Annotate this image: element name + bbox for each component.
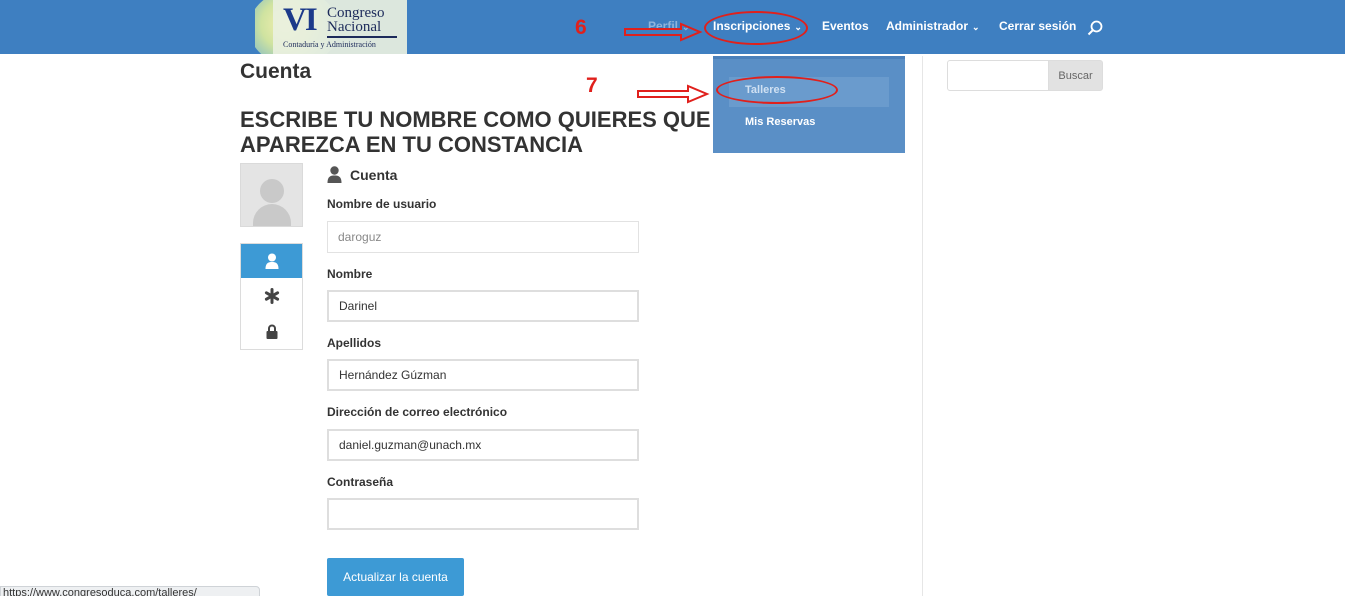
last-name-label: Apellidos (327, 336, 382, 350)
nav-eventos[interactable]: Eventos (822, 19, 869, 33)
username-label: Nombre de usuario (327, 197, 437, 211)
annotation-step-6: 6 (575, 16, 587, 39)
page-title: Cuenta (240, 60, 312, 83)
tab-account[interactable] (241, 244, 302, 278)
sidebar-divider (922, 56, 923, 596)
sidebar-search-input[interactable] (947, 60, 1049, 91)
avatar[interactable] (240, 163, 303, 227)
tab-password[interactable] (241, 279, 302, 313)
lock-icon (266, 324, 277, 339)
annotation-step-7: 7 (586, 74, 598, 97)
annotation-arrow-6 (624, 22, 703, 42)
first-name-field[interactable] (327, 290, 639, 322)
nav-administrador-label: Administrador (886, 19, 969, 33)
annotation-ellipse-inscripciones (704, 11, 808, 45)
email-field[interactable] (327, 429, 639, 461)
nav-cerrar-sesion[interactable]: Cerrar sesión (999, 19, 1076, 33)
sidebar-search-button[interactable]: Buscar (1048, 60, 1103, 91)
tab-privacy[interactable] (241, 314, 302, 348)
password-label: Contraseña (327, 475, 394, 489)
user-icon (327, 166, 342, 183)
logo-line-3: Contaduría y Administración (283, 40, 376, 49)
search-icon[interactable] (1087, 20, 1103, 36)
inscripciones-dropdown: Talleres Mis Reservas (713, 56, 905, 153)
chevron-down-icon: ⌄ (972, 22, 980, 32)
logo-numeral: VI (283, 2, 318, 38)
browser-status-bar: https://www.congresoduca.com/talleres/ (0, 586, 260, 596)
asterisk-icon (264, 288, 279, 304)
dropdown-item-mis-reservas[interactable]: Mis Reservas (745, 116, 815, 128)
section-title: Cuenta (350, 167, 398, 183)
user-icon (265, 253, 278, 269)
account-tabs (240, 243, 303, 350)
nav-administrador[interactable]: Administrador ⌄ (886, 19, 980, 33)
username-field[interactable] (327, 221, 639, 253)
nav-cerrar-sesion-label: Cerrar sesión (999, 19, 1077, 33)
password-field[interactable] (327, 498, 639, 530)
nav-eventos-label: Eventos (822, 19, 869, 33)
update-account-button[interactable]: Actualizar la cuenta (327, 558, 464, 596)
site-logo[interactable]: VI Congreso Nacional Contaduría y Admini… (255, 0, 407, 54)
logo-line-2: Nacional (327, 19, 382, 35)
first-name-label: Nombre (327, 267, 373, 281)
email-label: Dirección de correo electrónico (327, 405, 508, 419)
annotation-arrow-7 (637, 84, 710, 104)
last-name-field[interactable] (327, 359, 639, 391)
annotation-ellipse-talleres (716, 76, 838, 104)
instruction-headline: ESCRIBE TU NOMBRE COMO QUIERES QUE APARE… (240, 107, 711, 157)
